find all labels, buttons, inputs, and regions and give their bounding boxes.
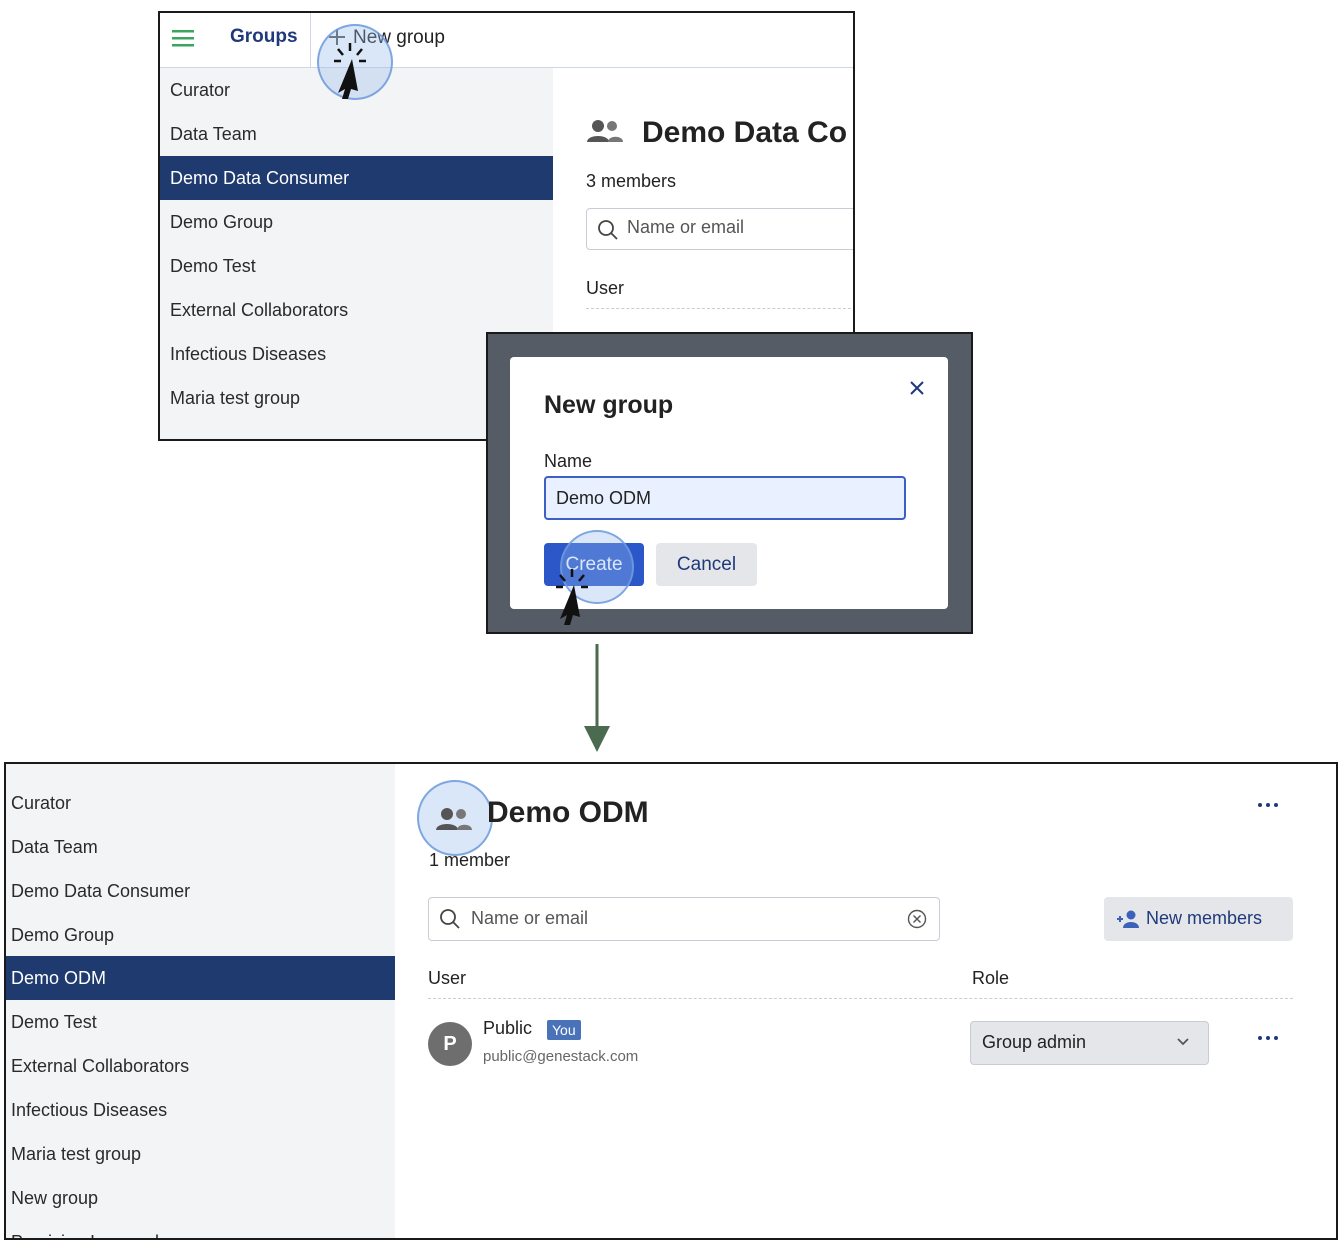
sidebar-item[interactable]: Data Team (160, 112, 553, 156)
role-select-value: Group admin (982, 1032, 1087, 1052)
sidebar-item[interactable]: Precision Immunology (6, 1220, 395, 1238)
groups-sidebar: Curator Data Team Demo Data Consumer Dem… (6, 764, 395, 1238)
search-icon (597, 219, 619, 241)
table-row: P Public You public@genestack.com Group … (428, 1014, 1318, 1074)
cancel-button[interactable]: Cancel (656, 543, 757, 586)
divider (586, 308, 853, 309)
group-title: Demo ODM (487, 796, 649, 829)
group-icon (435, 806, 473, 832)
members-count: 1 member (429, 850, 511, 870)
new-members-label: New members (1146, 908, 1263, 928)
member-email: public@genestack.com (483, 1048, 639, 1065)
sidebar-item[interactable]: External Collaborators (160, 288, 553, 332)
search-input[interactable]: Name or email (471, 908, 588, 929)
search-input[interactable]: Name or email (627, 217, 744, 238)
sidebar-item[interactable]: Data Team (6, 825, 395, 869)
members-count: 3 members (586, 171, 677, 191)
sidebar-item[interactable]: Curator (6, 781, 395, 825)
groups-screen-after: Curator Data Team Demo Data Consumer Dem… (4, 762, 1338, 1240)
name-label: Name (544, 451, 593, 471)
more-dots-icon[interactable] (1257, 1035, 1279, 1041)
sidebar-item[interactable]: Maria test group (6, 1132, 395, 1176)
name-input[interactable]: Demo ODM (544, 476, 906, 520)
group-icon (586, 118, 624, 144)
sidebar-item[interactable]: Demo Test (6, 1000, 395, 1044)
sidebar-item-selected[interactable]: Demo ODM (6, 956, 395, 1000)
group-title: Demo Data Co (642, 116, 848, 149)
header-title: Groups (230, 26, 298, 47)
sidebar-item-selected[interactable]: Demo Data Consumer (160, 156, 553, 200)
member-name: Public (483, 1018, 533, 1038)
add-person-icon (1116, 909, 1140, 929)
sidebar-item[interactable]: New group (6, 1176, 395, 1220)
user-column-header: User (586, 278, 625, 298)
app-header: Groups New group (160, 13, 853, 68)
cursor-icon (552, 567, 592, 627)
sidebar-item[interactable]: Infectious Diseases (6, 1088, 395, 1132)
new-group-modal-screen: New group Name Demo ODM Create Cancel (486, 332, 973, 634)
group-detail: Demo ODM 1 member Name or email New memb… (395, 764, 1336, 1238)
member-search[interactable]: Name or email (586, 208, 853, 250)
user-column-header: User (428, 968, 467, 988)
clear-circle-icon[interactable] (907, 909, 927, 929)
divider (428, 998, 1293, 999)
new-members-button[interactable]: New members (1104, 897, 1293, 941)
cursor-icon (330, 41, 370, 101)
new-group-dialog: New group Name Demo ODM Create Cancel (510, 357, 948, 625)
more-dots-icon[interactable] (1257, 802, 1279, 808)
chevron-down-icon (1176, 1037, 1190, 1047)
sidebar-item[interactable]: Demo Group (6, 913, 395, 957)
role-column-header: Role (972, 968, 1010, 988)
role-select[interactable]: Group admin (970, 1021, 1209, 1065)
flow-arrow-icon (584, 644, 610, 754)
you-badge: You (547, 1020, 581, 1040)
dialog-title: New group (544, 391, 674, 419)
avatar: P (428, 1022, 472, 1066)
sidebar-item[interactable]: Demo Group (160, 200, 553, 244)
menu-icon[interactable] (172, 27, 194, 49)
sidebar-item[interactable]: Demo Data Consumer (6, 869, 395, 913)
close-icon[interactable] (908, 379, 926, 397)
search-icon (439, 908, 461, 930)
sidebar-item[interactable]: Demo Test (160, 244, 553, 288)
member-search[interactable]: Name or email (428, 897, 940, 941)
sidebar-item[interactable]: External Collaborators (6, 1044, 395, 1088)
